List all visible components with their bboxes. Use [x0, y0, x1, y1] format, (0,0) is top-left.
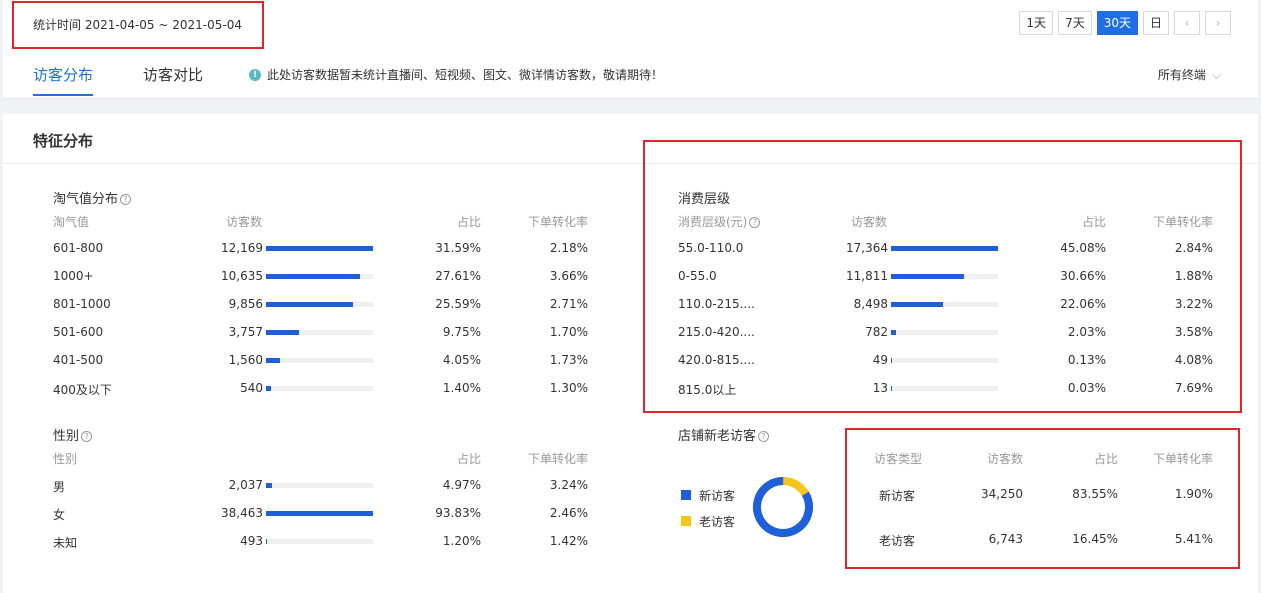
- taoqi-row-label: 401-500: [53, 353, 104, 367]
- gender-title: 性别?: [53, 425, 93, 444]
- terminal-select[interactable]: 所有终端 ⌵: [1158, 66, 1221, 83]
- gender-header-ratio: 占比: [456, 452, 481, 466]
- gender-row-conv: 3.24%: [549, 478, 588, 492]
- taoqi-row-bar-track: [266, 358, 373, 363]
- range-7d-button[interactable]: 7天: [1058, 11, 1092, 35]
- taoqi-row-visitors: 1,560: [228, 353, 263, 367]
- taoqi-row-ratio: 31.59%: [435, 241, 481, 255]
- chevron-down-icon: ⌵: [1211, 68, 1221, 82]
- tab-visitor-compare[interactable]: 访客对比: [143, 64, 203, 93]
- terminal-select-value: 所有终端: [1157, 68, 1206, 82]
- gender-row-bar-track: [266, 483, 373, 488]
- range-1d-button[interactable]: 1天: [1019, 11, 1054, 35]
- next-arrow-button[interactable]: ›: [1205, 11, 1231, 35]
- gender-header-level: 性别: [53, 452, 78, 466]
- newold-donut-chart: [753, 477, 813, 537]
- legend-new-swatch: [681, 490, 691, 500]
- taoqi-row-ratio: 1.40%: [442, 381, 481, 395]
- taoqi-row-bar-track: [266, 302, 373, 307]
- taoqi-row-conv: 2.71%: [549, 297, 588, 311]
- taoqi-row-conv: 1.70%: [549, 325, 588, 339]
- gender-row-bar-fill: [266, 539, 267, 544]
- gender-title-text: 性别: [53, 429, 80, 444]
- gender-row-ratio: 1.20%: [442, 534, 481, 548]
- taoqi-row-visitors: 10,635: [221, 269, 263, 283]
- taoqi-header-level: 淘气值: [53, 215, 90, 229]
- gender-row-bar-fill: [266, 511, 373, 516]
- gender-row-bar-track: [266, 511, 373, 516]
- taoqi-row-ratio: 4.05%: [442, 353, 481, 367]
- taoqi-row-label: 801-1000: [53, 297, 111, 311]
- taoqi-header-visitors: 访客数: [226, 215, 263, 229]
- gender-row-label: 女: [53, 508, 66, 522]
- taoqi-row-conv: 3.66%: [549, 269, 588, 283]
- taoqi-row-label: 400及以下: [53, 383, 112, 397]
- range-30d-button[interactable]: 30天: [1096, 11, 1138, 35]
- tab-visitor-distribution[interactable]: 访客分布: [33, 64, 94, 96]
- taoqi-row-ratio: 27.61%: [435, 269, 481, 283]
- taoqi-row-bar-fill: [266, 330, 299, 335]
- highlight-box-consume: [643, 140, 1242, 413]
- prev-arrow-button[interactable]: ‹: [1174, 11, 1200, 35]
- taoqi-row-label: 601-800: [53, 241, 104, 255]
- taoqi-header-conv: 下单转化率: [527, 215, 588, 229]
- gender-row-conv: 1.42%: [549, 534, 588, 548]
- gender-header-conv: 下单转化率: [527, 452, 588, 466]
- gender-row-visitors: 38,463: [221, 506, 263, 520]
- newold-title-text: 店铺新老访客: [678, 429, 757, 444]
- help-icon[interactable]: ?: [758, 431, 770, 442]
- gender-row-bar-track: [266, 539, 373, 544]
- gender-row-conv: 2.46%: [549, 506, 588, 520]
- taoqi-title: 淘气值分布?: [53, 188, 132, 207]
- taoqi-row-bar-track: [266, 274, 373, 279]
- taoqi-row-conv: 1.73%: [549, 353, 588, 367]
- taoqi-row-ratio: 9.75%: [442, 325, 481, 339]
- donut-new-segment: [753, 477, 813, 537]
- taoqi-row-bar-track: [266, 246, 373, 251]
- range-day-button[interactable]: 日: [1142, 11, 1169, 35]
- gender-row-ratio: 4.97%: [442, 478, 481, 492]
- gender-row-bar-fill: [266, 483, 272, 488]
- taoqi-row-conv: 1.30%: [549, 381, 588, 395]
- taoqi-row-bar-fill: [266, 274, 360, 279]
- gender-row-visitors: 493: [240, 534, 263, 548]
- taoqi-row-visitors: 12,169: [221, 241, 263, 255]
- notice: ! 此处访客数据暂未统计直播间、短视频、图文、微详情访客数，敬请期待！: [249, 66, 663, 83]
- taoqi-row-label: 501-600: [53, 325, 104, 339]
- taoqi-row-visitors: 540: [240, 381, 263, 395]
- taoqi-row-bar-fill: [266, 302, 353, 307]
- taoqi-row-visitors: 9,856: [228, 297, 263, 311]
- taoqi-row-label: 1000+: [53, 269, 94, 283]
- taoqi-row-bar-track: [266, 330, 373, 335]
- help-icon[interactable]: ?: [81, 431, 93, 442]
- taoqi-row-bar-fill: [266, 386, 271, 391]
- legend-new-label: 新访客: [699, 489, 736, 503]
- taoqi-title-text: 淘气值分布: [53, 192, 119, 207]
- highlight-box-newold: [845, 428, 1240, 569]
- legend-old-swatch: [681, 516, 691, 526]
- taoqi-row-bar-fill: [266, 246, 373, 251]
- taoqi-row-visitors: 3,757: [228, 325, 263, 339]
- notice-text: 此处访客数据暂未统计直播间、短视频、图文、微详情访客数，敬请期待！: [267, 68, 664, 82]
- legend-old-label: 老访客: [699, 515, 736, 529]
- info-icon: !: [249, 68, 261, 81]
- newold-title: 店铺新老访客?: [678, 425, 770, 444]
- taoqi-row-bar-fill: [266, 358, 280, 363]
- gender-row-ratio: 93.83%: [435, 506, 481, 520]
- gender-row-label: 男: [53, 480, 66, 494]
- taoqi-header-ratio: 占比: [456, 215, 481, 229]
- highlight-box-date: [12, 1, 264, 49]
- help-icon[interactable]: ?: [120, 194, 132, 205]
- gender-row-visitors: 2,037: [228, 478, 263, 492]
- section-title: 特征分布: [33, 132, 94, 150]
- taoqi-row-bar-track: [266, 386, 373, 391]
- gender-row-label: 未知: [53, 536, 78, 550]
- taoqi-row-ratio: 25.59%: [435, 297, 481, 311]
- tab-bar: 访客分布 访客对比: [33, 64, 203, 96]
- range-buttons: 1天 7天 30天 日 ‹ ›: [1019, 11, 1231, 35]
- taoqi-row-conv: 2.18%: [549, 241, 588, 255]
